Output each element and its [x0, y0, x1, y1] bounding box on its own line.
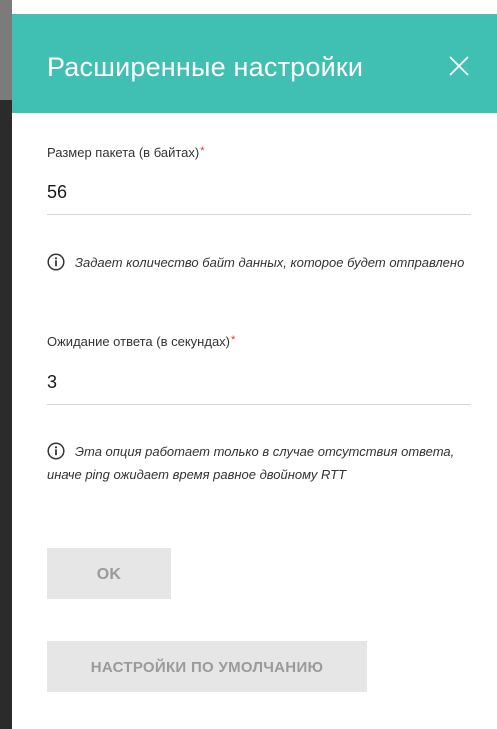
timeout-underline: [47, 404, 471, 405]
packet-size-underline: [47, 214, 471, 215]
required-mark: *: [231, 334, 236, 346]
panel-header: Расширенные настройки: [12, 14, 497, 113]
packet-size-hint-text: Задает количество байт данных, которое б…: [75, 255, 465, 270]
timeout-hint-text: Эта опция работает только в случае отсут…: [47, 444, 455, 482]
close-button[interactable]: [447, 54, 471, 78]
info-icon: [47, 442, 65, 460]
background-overlay-top: [0, 0, 12, 100]
required-mark: *: [200, 145, 205, 157]
packet-size-hint: Задает количество байт данных, которое б…: [47, 251, 467, 274]
packet-size-label-text: Размер пакета (в байтах): [47, 145, 200, 160]
close-icon: [449, 56, 469, 76]
info-icon: [47, 253, 65, 271]
background-overlay: [0, 0, 12, 729]
ok-button[interactable]: OK: [47, 548, 171, 599]
timeout-hint: Эта опция работает только в случае отсут…: [47, 440, 467, 486]
timeout-label-text: Ожидание ответа (в секундах): [47, 334, 231, 349]
timeout-input[interactable]: [47, 370, 471, 394]
advanced-settings-panel: Расширенные настройки Размер пакета (в б…: [12, 14, 497, 729]
timeout-label: Ожидание ответа (в секундах)*: [47, 334, 235, 349]
panel-title: Расширенные настройки: [47, 52, 364, 82]
packet-size-input[interactable]: [47, 180, 471, 204]
packet-size-label: Размер пакета (в байтах)*: [47, 145, 204, 160]
restore-defaults-button[interactable]: НАСТРОЙКИ ПО УМОЛЧАНИЮ: [47, 641, 367, 692]
top-gap: [12, 0, 497, 14]
